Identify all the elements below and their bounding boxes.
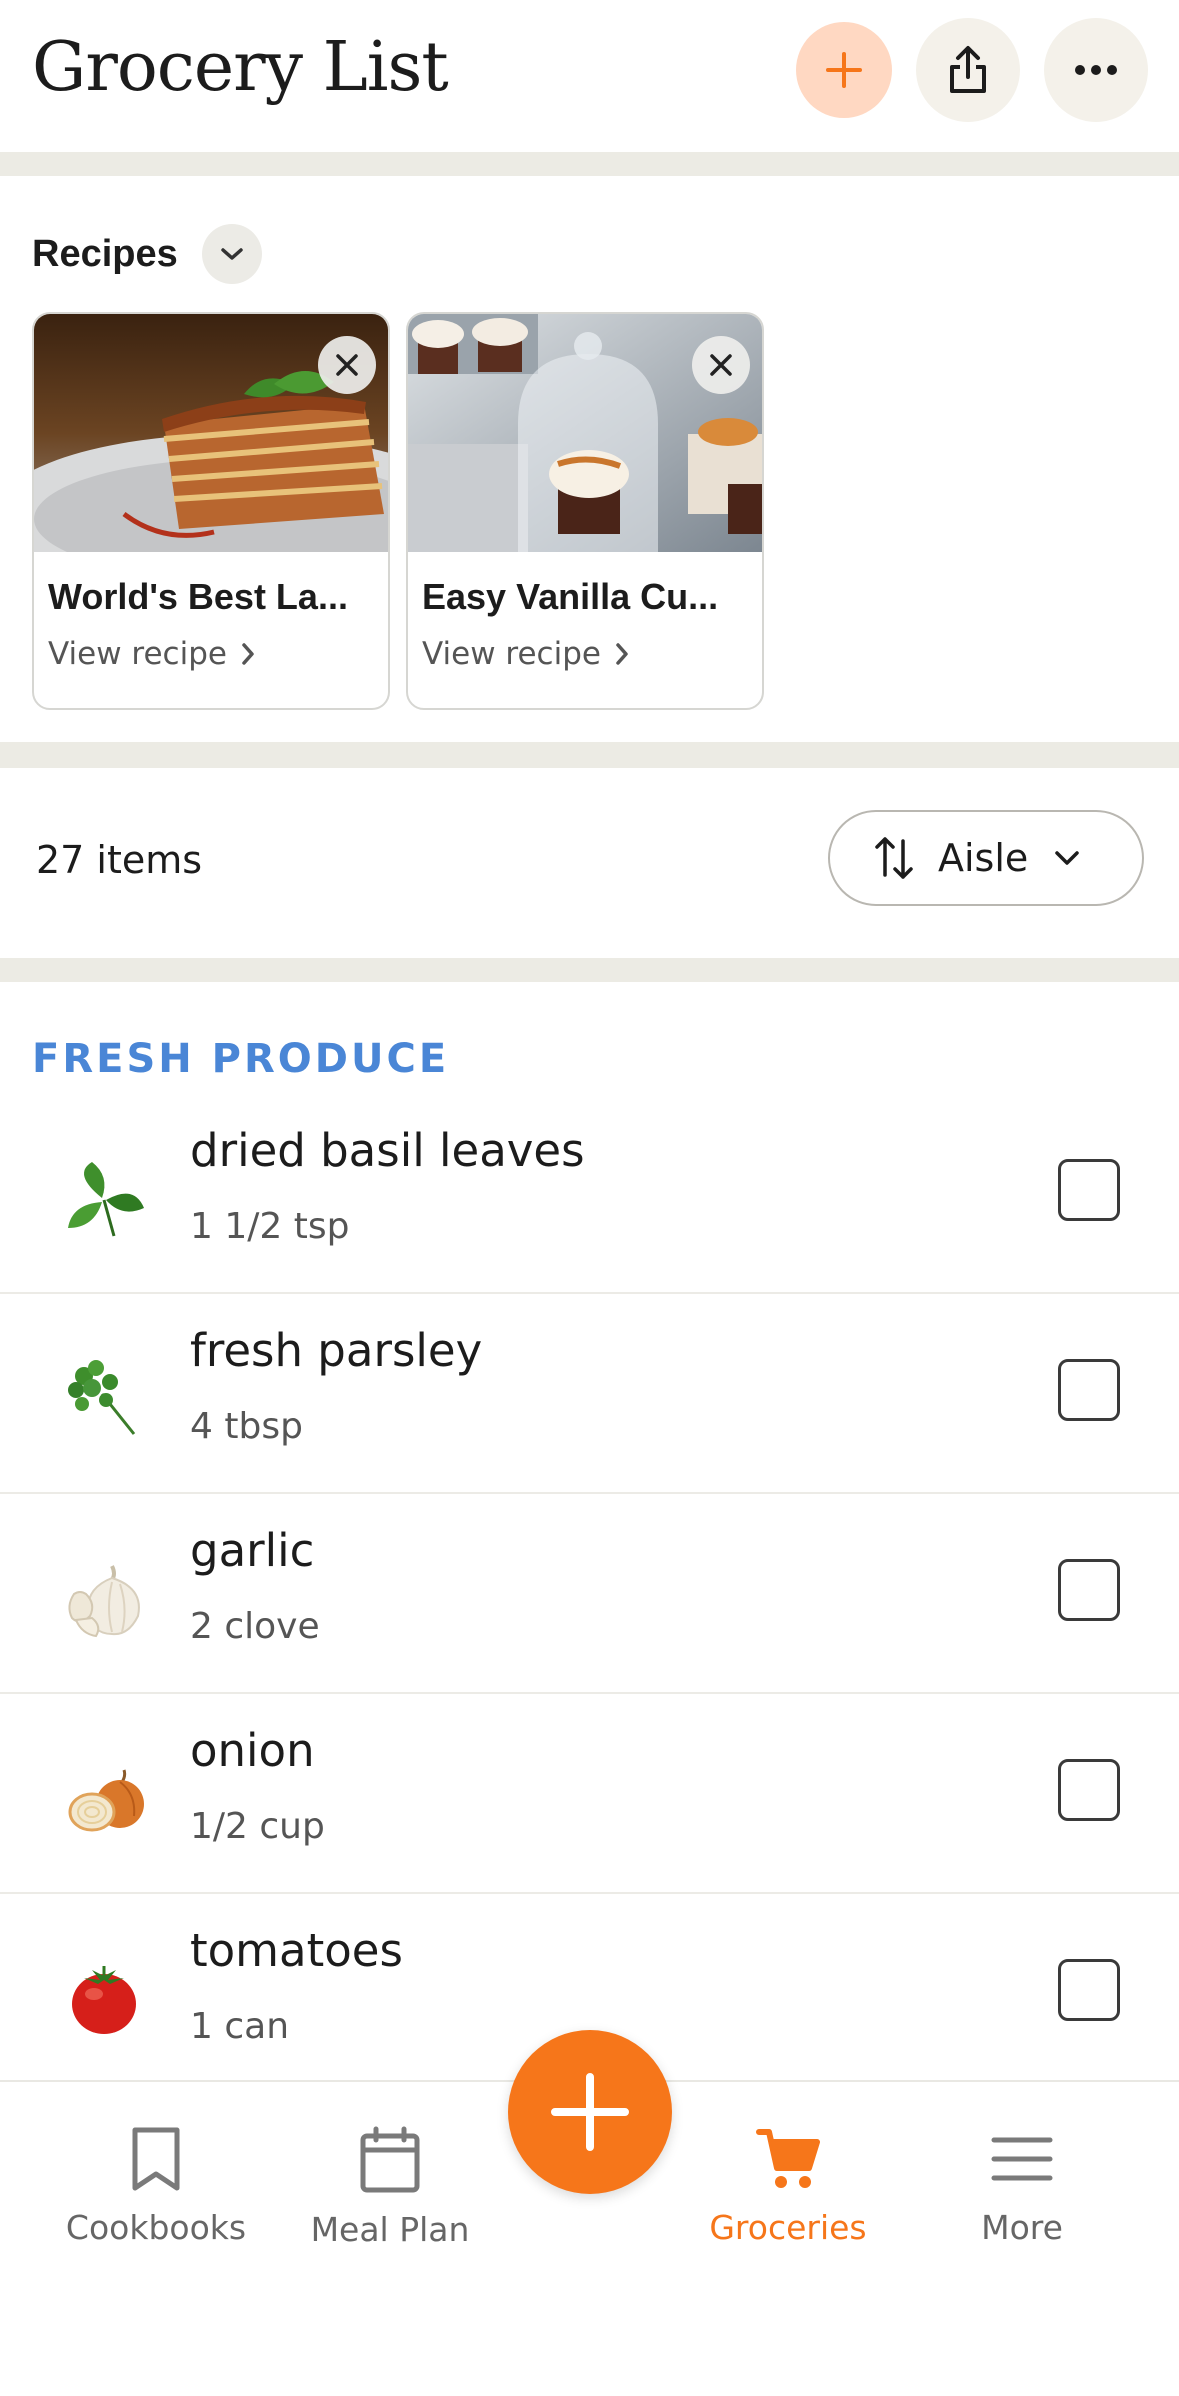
nav-cookbooks[interactable]: Cookbooks [46,2126,266,2247]
recipes-title: Recipes [32,232,178,275]
item-checkbox[interactable] [1058,1759,1120,1821]
add-item-button[interactable] [796,22,892,118]
chevron-right-icon [616,643,628,665]
recipes-collapse-button[interactable] [201,224,262,284]
more-options-button[interactable] [1044,18,1148,122]
item-quantity: 1 1/2 tsp [190,1206,350,1247]
chevron-down-icon [1055,851,1080,865]
item-name: garlic [190,1524,315,1577]
recipe-name: Easy Vanilla Cu... [422,576,719,617]
list-item[interactable]: onion 1/2 cup [0,1694,1179,1894]
item-name: tomatoes [190,1924,403,1977]
list-item[interactable]: fresh parsley 4 tbsp [0,1294,1179,1494]
recipe-name: World's Best La... [48,576,348,617]
sort-button[interactable]: Aisle [828,810,1144,906]
close-icon [710,354,732,376]
item-quantity: 1 can [190,2006,290,2047]
item-name: fresh parsley [190,1324,483,1377]
view-recipe-link[interactable]: View recipe [422,636,629,672]
close-icon [336,354,358,376]
sort-arrows-icon [875,837,913,879]
view-recipe-label: View recipe [422,636,601,672]
ellipsis-icon [1075,65,1117,75]
item-quantity: 4 tbsp [190,1406,303,1447]
onion-icon [62,1754,148,1840]
tomato-icon [62,1954,148,2040]
parsley-icon [62,1354,148,1440]
view-recipe-link[interactable]: View recipe [48,636,255,672]
header: Grocery List [0,0,1179,152]
share-button[interactable] [916,18,1020,122]
nav-label: Meal Plan [310,2210,470,2249]
page-title: Grocery List [32,28,449,107]
item-name: dried basil leaves [190,1124,585,1177]
nav-meal-plan[interactable]: Meal Plan [280,2126,500,2249]
list-item[interactable]: garlic 2 clove [0,1494,1179,1694]
remove-recipe-button[interactable] [692,336,750,394]
recipe-card[interactable]: Easy Vanilla Cu... View recipe [406,312,764,710]
remove-recipe-button[interactable] [318,336,376,394]
item-quantity: 1/2 cup [190,1806,325,1847]
item-checkbox[interactable] [1058,1559,1120,1621]
plus-icon [826,52,862,88]
basil-icon [62,1154,148,1240]
chevron-down-icon [221,248,243,260]
section-divider [0,152,1179,176]
plus-icon [551,2073,629,2151]
item-name: onion [190,1724,315,1777]
view-recipe-label: View recipe [48,636,227,672]
item-checkbox[interactable] [1058,1159,1120,1221]
items-count: 27 items [36,838,203,882]
calendar-icon [360,2126,420,2193]
share-icon [950,46,986,93]
item-checkbox[interactable] [1058,1959,1120,2021]
nav-label: More [981,2208,1063,2247]
garlic-icon [62,1554,148,1640]
chevron-right-icon [242,643,254,665]
section-divider [0,958,1179,982]
list-item[interactable]: dried basil leaves 1 1/2 tsp [0,1094,1179,1294]
sort-label: Aisle [938,836,1029,880]
recipes-header: Recipes [32,224,262,284]
nav-label: Groceries [709,2208,867,2247]
nav-groceries[interactable]: Groceries [678,2126,898,2247]
item-checkbox[interactable] [1058,1359,1120,1421]
section-divider [0,742,1179,768]
add-fab-button[interactable] [508,2030,672,2194]
section-title: FRESH PRODUCE [32,1036,450,1082]
menu-icon [991,2137,1053,2181]
nav-more[interactable]: More [912,2126,1132,2247]
nav-label: Cookbooks [65,2208,247,2247]
cart-icon [756,2129,820,2188]
recipe-card[interactable]: World's Best La... View recipe [32,312,390,710]
bookmark-icon [132,2127,180,2191]
item-quantity: 2 clove [190,1606,320,1647]
